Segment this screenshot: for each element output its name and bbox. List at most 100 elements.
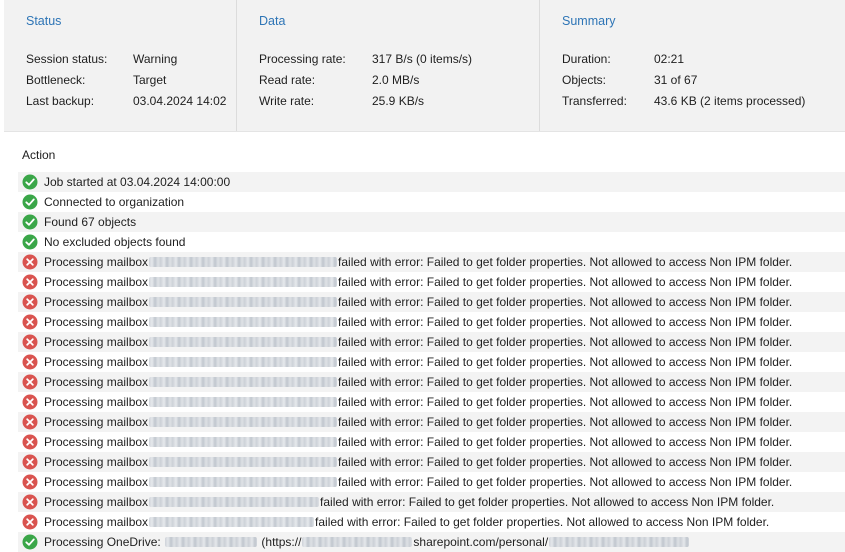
session-status-value: Warning xyxy=(133,52,178,66)
log-message: Processing mailbox failed with error: Fai… xyxy=(44,452,792,472)
redacted-mailbox xyxy=(149,256,338,267)
redacted-mailbox xyxy=(149,436,338,447)
log-row[interactable]: Processing mailbox failed with error: Fai… xyxy=(18,292,845,312)
log-row[interactable]: Processing mailbox failed with error: Fai… xyxy=(18,512,845,532)
duration-field: Duration: 02:21 xyxy=(562,49,684,69)
log-message-suffix: failed with error: Failed to get folder … xyxy=(338,435,793,449)
check-circle-icon xyxy=(22,174,38,190)
read-rate-field: Read rate: 2.0 MB/s xyxy=(259,70,419,90)
log-message: Processing mailbox failed with error: Fai… xyxy=(44,432,792,452)
log-message-suffix: failed with error: Failed to get folder … xyxy=(338,375,793,389)
processing-rate-label: Processing rate: xyxy=(259,52,346,66)
write-rate-label: Write rate: xyxy=(259,94,315,108)
error-x-circle-icon xyxy=(22,314,38,330)
log-message: Processing mailbox failed with error: Fai… xyxy=(44,372,792,392)
redacted-mailbox xyxy=(149,416,338,427)
log-row[interactable]: Processing OneDrive: (https:// sharepoint… xyxy=(18,532,845,552)
log-message: Processing mailbox failed with error: Fai… xyxy=(44,272,792,292)
check-circle-icon xyxy=(22,534,38,550)
log-row[interactable]: Processing mailbox failed with error: Fai… xyxy=(18,412,845,432)
redacted-mailbox xyxy=(149,376,338,387)
log-row[interactable]: Processing mailbox failed with error: Fai… xyxy=(18,252,845,272)
log-message-prefix: Processing mailbox xyxy=(44,275,149,289)
redacted-mailbox xyxy=(149,476,338,487)
log-message-suffix: failed with error: Failed to get folder … xyxy=(338,335,793,349)
error-x-circle-icon xyxy=(22,334,38,350)
error-x-circle-icon xyxy=(22,514,38,530)
data-column: Data Processing rate: 317 B/s (0 items/s… xyxy=(236,0,539,131)
log-message-prefix: Found 67 objects xyxy=(44,215,137,229)
log-row[interactable]: Processing mailbox failed with error: Fai… xyxy=(18,472,845,492)
log-row[interactable]: Processing mailbox failed with error: Fai… xyxy=(18,432,845,452)
read-rate-label: Read rate: xyxy=(259,73,316,87)
session-summary-panel: Status Session status: Warning Bottlenec… xyxy=(4,0,845,132)
objects-field: Objects: 31 of 67 xyxy=(562,70,697,90)
log-message-suffix: failed with error: Failed to get folder … xyxy=(315,515,770,529)
error-x-circle-icon xyxy=(22,414,38,430)
log-message-suffix: failed with error: Failed to get folder … xyxy=(320,495,775,509)
log-message: Processing mailbox failed with error: Fai… xyxy=(44,312,792,332)
redacted-mailbox xyxy=(149,356,338,367)
redacted-mailbox xyxy=(149,336,338,347)
log-message-prefix: Connected to organization xyxy=(44,195,185,209)
redacted-mailbox xyxy=(149,276,338,287)
log-row[interactable]: No excluded objects found xyxy=(18,232,845,252)
bottleneck-field: Bottleneck: Target xyxy=(26,70,166,90)
log-row[interactable]: Processing mailbox failed with error: Fai… xyxy=(18,312,845,332)
processing-rate-value: 317 B/s (0 items/s) xyxy=(372,52,473,66)
log-message-prefix: Processing mailbox xyxy=(44,375,149,389)
log-message-suffix: failed with error: Failed to get folder … xyxy=(338,255,793,269)
log-message: Processing mailbox failed with error: Fai… xyxy=(44,352,792,372)
log-message-suffix: failed with error: Failed to get folder … xyxy=(338,315,793,329)
summary-title: Summary xyxy=(562,14,616,28)
objects-value: 31 of 67 xyxy=(654,73,698,87)
log-row[interactable]: Processing mailbox failed with error: Fai… xyxy=(18,352,845,372)
log-row[interactable]: Processing mailbox failed with error: Fai… xyxy=(18,272,845,292)
log-message-suffix: failed with error: Failed to get folder … xyxy=(338,455,793,469)
log-message-prefix: Processing mailbox xyxy=(44,415,149,429)
log-message-middle: (https:// xyxy=(261,535,302,549)
error-x-circle-icon xyxy=(22,374,38,390)
log-message: Found 67 objects xyxy=(44,212,136,232)
duration-label: Duration: xyxy=(562,52,611,66)
duration-value: 02:21 xyxy=(654,52,685,66)
log-message: Processing mailbox failed with error: Fai… xyxy=(44,292,792,312)
bottleneck-label: Bottleneck: xyxy=(26,73,86,87)
last-backup-field: Last backup: 03.04.2024 14:02 xyxy=(26,91,226,111)
last-backup-value: 03.04.2024 14:02 xyxy=(133,94,227,108)
redacted-name xyxy=(165,536,258,547)
log-row[interactable]: Processing mailbox failed with error: Fai… xyxy=(18,452,845,472)
check-circle-icon xyxy=(22,194,38,210)
log-message-prefix: Processing mailbox xyxy=(44,335,149,349)
error-x-circle-icon xyxy=(22,294,38,310)
log-row[interactable]: Processing mailbox failed with error: Fai… xyxy=(18,392,845,412)
log-message: Processing mailbox failed with error: Fai… xyxy=(44,512,769,532)
redacted-mailbox xyxy=(149,296,338,307)
log-row[interactable]: Processing mailbox failed with error: Fai… xyxy=(18,332,845,352)
error-x-circle-icon xyxy=(22,354,38,370)
log-row[interactable]: Processing mailbox failed with error: Fai… xyxy=(18,492,845,512)
error-x-circle-icon xyxy=(22,494,38,510)
status-column: Status Session status: Warning Bottlenec… xyxy=(4,0,236,131)
log-message: Connected to organization xyxy=(44,192,184,212)
error-x-circle-icon xyxy=(22,474,38,490)
action-log-list[interactable]: Job started at 03.04.2024 14:00:00 Connec… xyxy=(18,172,845,552)
log-message-prefix: Processing mailbox xyxy=(44,475,149,489)
log-message: Processing mailbox failed with error: Fai… xyxy=(44,332,792,352)
log-message: Processing OneDrive: (https:// sharepoint… xyxy=(44,532,690,552)
status-title: Status xyxy=(26,14,62,28)
log-row[interactable]: Job started at 03.04.2024 14:00:00 xyxy=(18,172,845,192)
processing-rate-field: Processing rate: 317 B/s (0 items/s) xyxy=(259,49,472,69)
log-message-prefix: Processing mailbox xyxy=(44,315,149,329)
log-row[interactable]: Connected to organization xyxy=(18,192,845,212)
log-message-prefix: Job started at 03.04.2024 14:00:00 xyxy=(44,175,231,189)
redacted-mailbox xyxy=(149,456,338,467)
error-x-circle-icon xyxy=(22,254,38,270)
log-row[interactable]: Found 67 objects xyxy=(18,212,845,232)
log-row[interactable]: Processing mailbox failed with error: Fai… xyxy=(18,372,845,392)
log-message-prefix: Processing mailbox xyxy=(44,355,149,369)
summary-column: Summary Duration: 02:21 Objects: 31 of 6… xyxy=(539,0,845,131)
action-column-header[interactable]: Action xyxy=(22,146,55,164)
redacted-mailbox xyxy=(149,516,315,527)
error-x-circle-icon xyxy=(22,454,38,470)
